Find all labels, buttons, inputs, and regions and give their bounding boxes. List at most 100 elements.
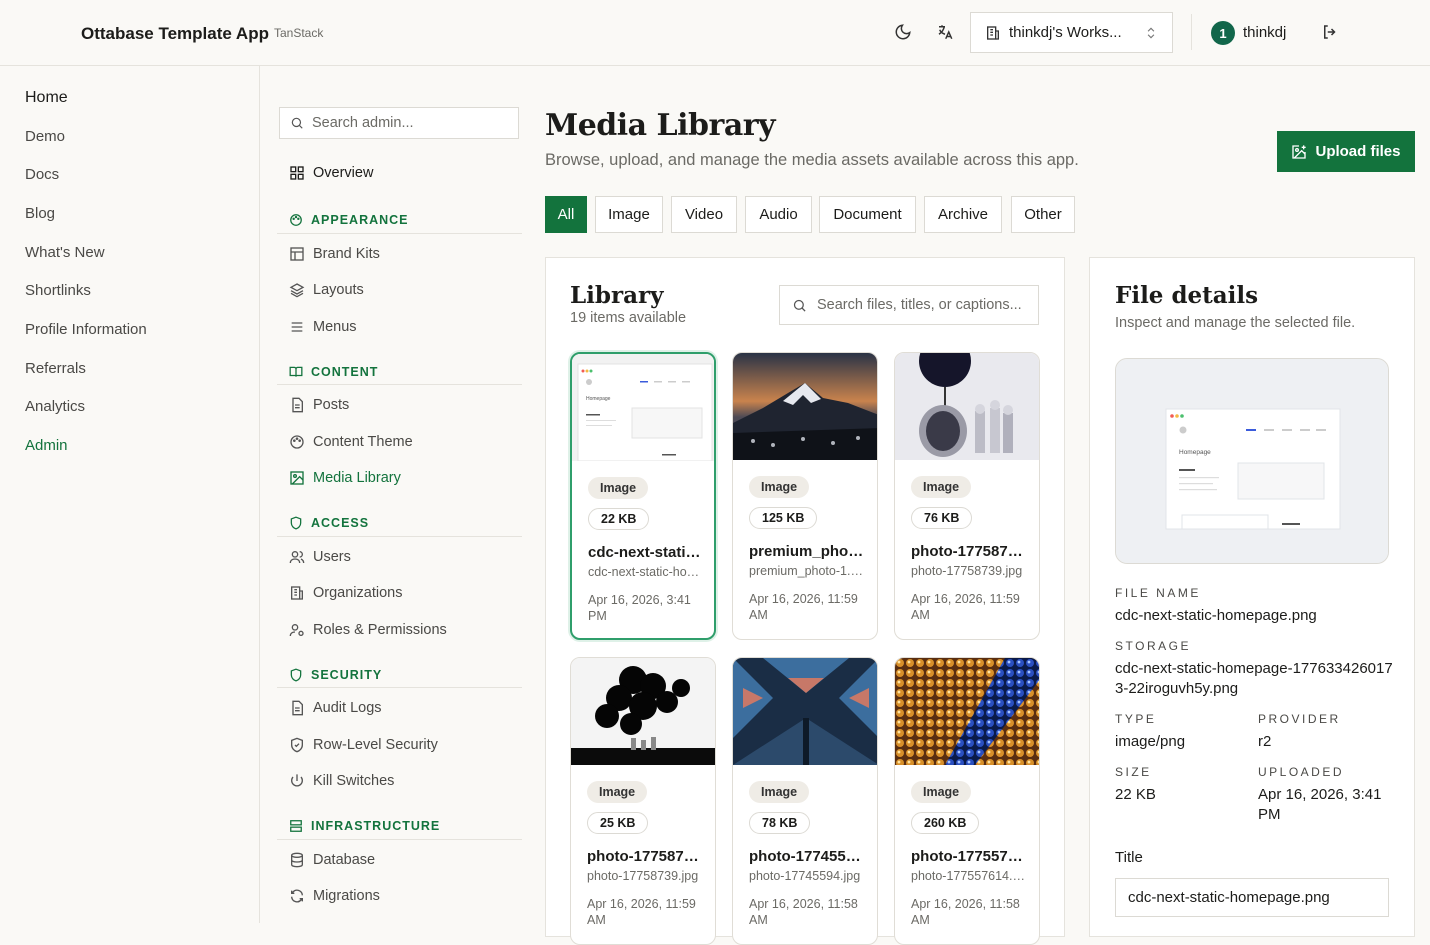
title-input[interactable]: cdc-next-static-homepage.png — [1115, 878, 1389, 917]
admin-item-rls[interactable]: Row-Level Security — [289, 737, 438, 753]
image-icon — [290, 471, 304, 485]
media-thumbnail — [895, 353, 1039, 460]
media-card[interactable]: Image 125 KB premium_photo.jpg premium_p… — [732, 352, 878, 640]
admin-item-brand-kits[interactable]: Brand Kits — [289, 246, 380, 262]
media-card[interactable]: Image 76 KB photo-1775870000.jpg photo-1… — [894, 352, 1040, 640]
admin-item-media-library[interactable]: Media Library — [289, 470, 401, 486]
type-badge: Image — [749, 476, 810, 498]
database-icon — [291, 852, 303, 868]
media-card[interactable]: Image 78 KB photo-1774550000.jpg photo-1… — [732, 657, 878, 945]
users-icon — [289, 551, 305, 564]
grid-icon — [290, 166, 304, 180]
type-value: image/png — [1115, 733, 1186, 750]
app-subtitle: TanStack — [274, 26, 324, 40]
admin-item-roles[interactable]: Roles & Permissions — [289, 622, 447, 638]
logout-icon[interactable] — [1318, 20, 1342, 44]
section-security-label: SECURITY — [311, 668, 383, 682]
upload-files-button[interactable]: Upload files — [1277, 131, 1415, 172]
nav-item-docs[interactable]: Docs — [25, 166, 59, 183]
card-title: photo-1775870000.jpg — [911, 543, 1027, 560]
media-library-label: Media Library — [313, 470, 401, 486]
file-text-icon — [292, 700, 303, 716]
organizations-label: Organizations — [313, 585, 403, 601]
admin-item-menus[interactable]: Menus — [289, 319, 357, 335]
card-date: Apr 16, 2026, 11:58 AM — [749, 897, 858, 927]
library-title: Library — [570, 282, 664, 309]
nav-item-profile[interactable]: Profile Information — [25, 321, 147, 338]
storage-label: STORAGE — [1115, 639, 1191, 653]
migrations-label: Migrations — [313, 888, 380, 904]
media-card[interactable]: Image 260 KB photo-1775570000.jpg photo-… — [894, 657, 1040, 945]
card-filename: cdc-next-static-homepage-1776334260173-2… — [588, 565, 704, 579]
media-card[interactable]: Homepage Image 22 KB cdc-next-static-hom… — [570, 352, 716, 640]
nav-item-whats-new[interactable]: What's New — [25, 244, 105, 261]
filter-audio[interactable]: Audio — [745, 196, 812, 233]
shield-icon — [290, 668, 302, 682]
translate-icon[interactable] — [933, 20, 957, 44]
admin-item-database[interactable]: Database — [289, 852, 375, 868]
admin-item-kill-switches[interactable]: Kill Switches — [289, 773, 394, 789]
upload-files-label: Upload files — [1315, 143, 1401, 160]
size-badge: 260 KB — [911, 812, 980, 834]
menus-label: Menus — [313, 319, 357, 335]
filter-archive[interactable]: Archive — [924, 196, 1002, 233]
media-card[interactable]: Image 25 KB photo-1775870001.jpg photo-1… — [570, 657, 716, 945]
size-badge: 125 KB — [749, 507, 818, 529]
file-name-label: FILE NAME — [1115, 586, 1201, 600]
refresh-icon — [291, 889, 303, 903]
file-name-value: cdc-next-static-homepage.png — [1115, 607, 1317, 624]
type-badge: Image — [911, 476, 972, 498]
shield-check-icon — [291, 737, 303, 753]
admin-item-organizations[interactable]: Organizations — [289, 585, 402, 601]
card-date: Apr 16, 2026, 11:59 AM — [911, 592, 1020, 622]
size-badge: 25 KB — [587, 812, 649, 834]
filter-image[interactable]: Image — [595, 196, 663, 233]
admin-overview-link[interactable]: Overview — [289, 165, 373, 181]
moon-icon[interactable] — [891, 20, 915, 44]
media-thumbnail — [733, 353, 877, 460]
rls-label: Row-Level Security — [313, 737, 438, 753]
library-search-placeholder: Search files, titles, or captions... — [817, 297, 1022, 313]
filter-all[interactable]: All — [545, 196, 587, 233]
type-badge: Image — [588, 477, 649, 499]
admin-item-migrations[interactable]: Migrations — [289, 888, 380, 904]
book-icon — [289, 366, 303, 377]
top-header: Ottabase Template App TanStack thinkdj's… — [0, 0, 1430, 66]
card-title: premium_photo.jpg — [749, 543, 865, 560]
server-icon — [290, 820, 302, 832]
nav-item-analytics[interactable]: Analytics — [25, 398, 85, 415]
username[interactable]: thinkdj — [1243, 24, 1286, 41]
nav-item-demo[interactable]: Demo — [25, 128, 65, 145]
section-appearance-label: APPEARANCE — [311, 213, 409, 227]
nav-item-blog[interactable]: Blog — [25, 205, 55, 222]
filter-video[interactable]: Video — [671, 196, 737, 233]
admin-item-posts[interactable]: Posts — [289, 397, 349, 413]
library-search-input[interactable]: Search files, titles, or captions... — [779, 285, 1039, 325]
layers-icon — [289, 283, 305, 298]
app-title[interactable]: Ottabase Template App — [81, 24, 269, 44]
admin-item-layouts[interactable]: Layouts — [289, 282, 364, 298]
admin-item-audit-logs[interactable]: Audit Logs — [289, 700, 382, 716]
filter-document[interactable]: Document — [819, 196, 916, 233]
size-badge: 76 KB — [911, 507, 973, 529]
card-title: photo-1775570000.jpg — [911, 848, 1027, 865]
card-filename: photo-17745594.jpg — [749, 869, 861, 883]
library-count: 19 items available — [570, 310, 687, 326]
admin-item-content-theme[interactable]: Content Theme — [289, 434, 413, 450]
media-thumbnail — [571, 658, 715, 765]
admin-search-input[interactable]: Search admin... — [279, 107, 519, 139]
nav-item-home[interactable]: Home — [25, 89, 68, 107]
section-infrastructure-label: INFRASTRUCTURE — [311, 819, 441, 833]
filter-other[interactable]: Other — [1011, 196, 1075, 233]
nav-item-admin[interactable]: Admin — [25, 437, 68, 454]
admin-item-users[interactable]: Users — [289, 549, 351, 565]
kill-switches-label: Kill Switches — [313, 773, 395, 789]
nav-item-shortlinks[interactable]: Shortlinks — [25, 282, 91, 299]
nav-item-referrals[interactable]: Referrals — [25, 360, 86, 377]
type-badge: Image — [587, 781, 648, 803]
user-key-icon — [289, 624, 304, 637]
workspace-selector[interactable]: thinkdj's Works... — [970, 12, 1173, 53]
database-label: Database — [313, 852, 376, 868]
avatar[interactable]: 1 — [1211, 21, 1235, 45]
page-subtitle: Browse, upload, and manage the media ass… — [545, 151, 1079, 169]
